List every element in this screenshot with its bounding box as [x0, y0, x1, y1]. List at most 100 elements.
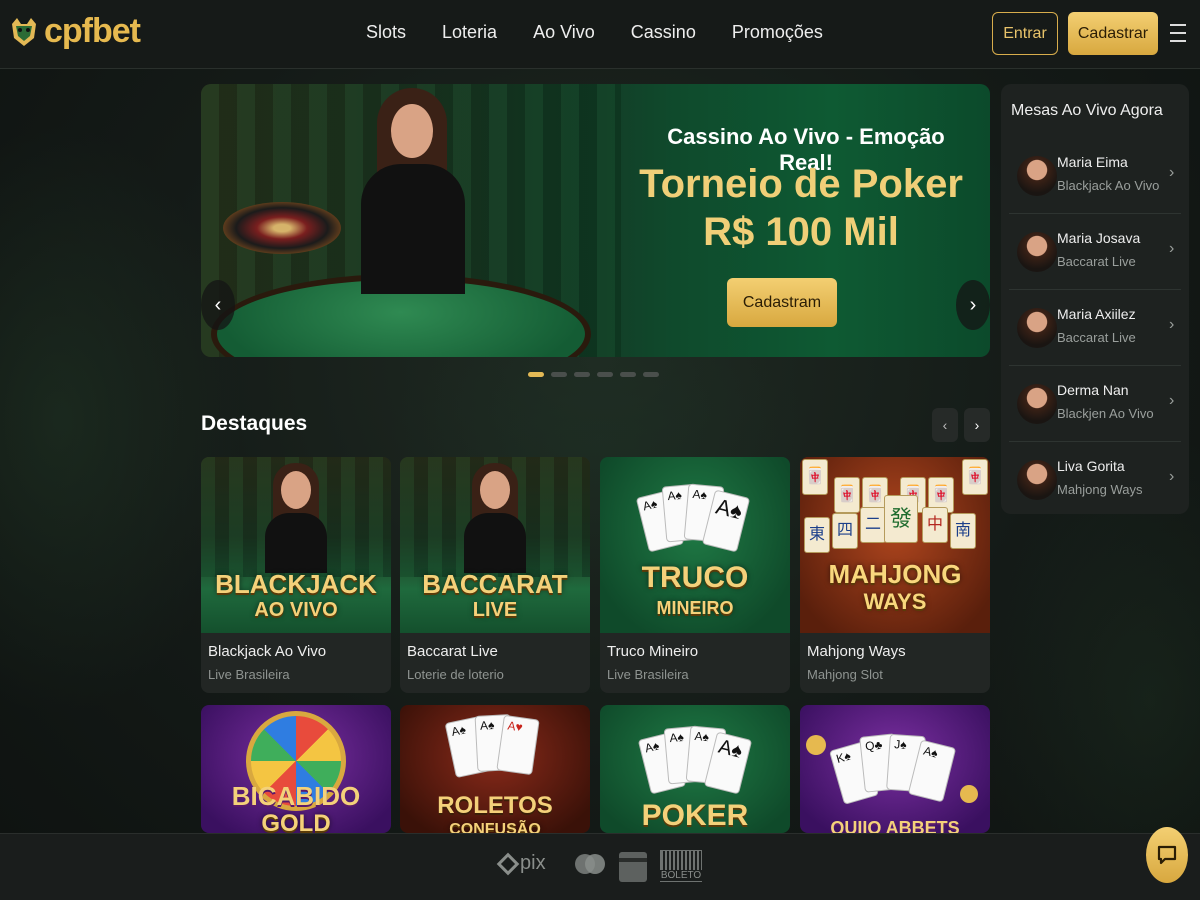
dealer-art [351, 84, 471, 304]
gold-coin-icon [960, 785, 978, 803]
boleto-label: BOLETO [658, 870, 704, 881]
table-game: Blackjack Ao Vivo [1057, 178, 1160, 193]
pix-label: pix [520, 852, 546, 874]
game-art: BLACKJACK AO VIVO [201, 457, 391, 633]
pix-logo: pix [496, 852, 546, 875]
game-card-poker[interactable]: A♠ A♠ A♠ A♠ POKER [600, 705, 790, 833]
hero-promo-line1: Torneio de Poker [639, 162, 963, 206]
hero-promo-line2: R$ 100 Mil [703, 210, 899, 254]
dealer-avatar [1017, 384, 1057, 424]
art-subtitle: AO VIVO [254, 599, 338, 621]
carousel-dot[interactable] [574, 372, 590, 377]
dealer-avatar [1017, 232, 1057, 272]
gold-coin-icon [806, 735, 826, 755]
carousel-dot[interactable] [597, 372, 613, 377]
hamburger-menu-icon[interactable] [1170, 24, 1186, 42]
art-title: TRUCO [641, 561, 749, 594]
chevron-right-icon: › [1169, 468, 1175, 485]
signup-button[interactable]: Cadastrar [1068, 12, 1158, 55]
mahjong-tile-icon: 東 [804, 517, 830, 553]
game-card-mahjong[interactable]: 🀄 🀄 🀄 🀄 🀄 🀄 東 四 二 發 中 南 MAHJONG WAYS Mah… [800, 457, 990, 693]
art-title: BLACKJACK [215, 569, 377, 599]
mahjong-tile-icon: 四 [832, 513, 858, 549]
pix-icon [496, 852, 520, 875]
card-logo-icon [619, 852, 647, 882]
mahjong-tile-icon: 🀄 [834, 477, 860, 513]
table-game: Baccarat Live [1057, 330, 1136, 345]
game-name: Mahjong Ways [807, 643, 906, 660]
dealer-avatar [1017, 308, 1057, 348]
game-card-baccarat[interactable]: BACCARAT LIVE Baccarat Live Loterie de l… [400, 457, 590, 693]
hero-prev-arrow-icon[interactable]: ‹ [201, 280, 235, 330]
game-provider: Live Brasileira [607, 667, 689, 682]
logo[interactable]: cpfbet [8, 12, 141, 51]
hero-promo: Torneio de Poker R$ 100 Mil [631, 160, 971, 256]
carousel-dot[interactable] [643, 372, 659, 377]
game-art: A♠ A♠ A♠ A♠ TRUCO MINEIRO [600, 457, 790, 633]
logo-frog-icon [12, 17, 36, 46]
art-title: BICABIDO [231, 781, 361, 811]
live-table-item[interactable]: Maria Josava Baccarat Live › [1009, 214, 1181, 290]
chevron-right-icon: › [1169, 240, 1175, 257]
mahjong-tile-icon: 南 [950, 513, 976, 549]
carousel-dot[interactable] [528, 372, 544, 377]
hero-cta-button[interactable]: Cadastram [727, 278, 837, 327]
game-card-truco[interactable]: A♠ A♠ A♠ A♠ TRUCO MINEIRO Truco Mineiro … [600, 457, 790, 693]
art-title: POKER [641, 799, 749, 832]
live-table-item[interactable]: Liva Gorita Mahjong Ways › [1009, 442, 1181, 518]
game-art: 🀄 🀄 🀄 🀄 🀄 🀄 東 四 二 發 中 南 MAHJONG WAYS [800, 457, 990, 633]
game-card-bicabido[interactable]: BICABIDO GOLD [201, 705, 391, 833]
nav-cassino[interactable]: Cassino [631, 22, 696, 43]
game-provider: Mahjong Slot [807, 667, 883, 682]
game-name: Blackjack Ao Vivo [208, 643, 327, 660]
game-card-blackjack[interactable]: BLACKJACK AO VIVO Blackjack Ao Vivo Live… [201, 457, 391, 693]
game-card-quiio[interactable]: K♠ Q♣ J♠ A♠ QUIIO ABBETS [800, 705, 990, 833]
carousel-dots [528, 372, 659, 377]
game-card-roletos[interactable]: A♠ A♠ A♥ ROLETOS CONFUSÃO [400, 705, 590, 833]
nav-promocoes[interactable]: Promoções [732, 22, 823, 43]
mastercard-logo-icon [574, 852, 606, 882]
art-subtitle: MINEIRO [656, 598, 734, 618]
art-title: BACCARAT [422, 569, 568, 599]
featured-prev-arrow-icon[interactable]: ‹ [932, 408, 958, 442]
live-table-item[interactable]: Derma Nan Blackjen Ao Vivo › [1009, 366, 1181, 442]
art-title: MAHJONG [828, 559, 962, 589]
logo-text: cpfbet [44, 12, 141, 50]
mahjong-tile-icon: 二 [860, 507, 886, 543]
art-subtitle: GOLD [261, 810, 331, 834]
nav-slots[interactable]: Slots [366, 22, 406, 43]
hero-banner[interactable]: Cassino Ao Vivo - Emoção Real! Torneio d… [201, 84, 990, 357]
chevron-right-icon: › [1169, 316, 1175, 333]
mahjong-tile-icon: 🀄 [802, 459, 828, 495]
dealer-avatar [1017, 460, 1057, 500]
dealer-avatar [1017, 156, 1057, 196]
carousel-dot[interactable] [551, 372, 567, 377]
dealer-name: Derma Nan [1057, 382, 1129, 398]
art-title: ROLETOS [437, 792, 553, 819]
live-table-item[interactable]: Maria Eima Blackjack Ao Vivo › [1009, 138, 1181, 214]
live-table-item[interactable]: Maria Axiilez Baccarat Live › [1009, 290, 1181, 366]
live-tables-panel: Mesas Ao Vivo Agora Maria Eima Blackjack… [1001, 84, 1189, 514]
dealer-name: Maria Josava [1057, 230, 1141, 246]
table-game: Blackjen Ao Vivo [1057, 406, 1154, 421]
art-subtitle: LIVE [472, 599, 518, 621]
chat-support-button[interactable] [1146, 827, 1188, 883]
art-subtitle: CONFUSÃO [449, 821, 541, 833]
art-subtitle: WAYS [863, 589, 927, 614]
nav-ao-vivo[interactable]: Ao Vivo [533, 22, 595, 43]
main-nav: Slots Loteria Ao Vivo Cassino Promoções [366, 22, 823, 43]
game-provider: Live Brasileira [208, 667, 290, 682]
boleto-logo: BOLETO [658, 850, 704, 882]
carousel-dot[interactable] [620, 372, 636, 377]
game-provider: Loterie de loterio [407, 667, 504, 682]
nav-loteria[interactable]: Loteria [442, 22, 497, 43]
art-title: QUIIO ABBETS [830, 818, 960, 833]
live-tables-title: Mesas Ao Vivo Agora [1011, 102, 1163, 119]
dealer-name: Liva Gorita [1057, 458, 1125, 474]
hero-next-arrow-icon[interactable]: › [956, 280, 990, 330]
login-button[interactable]: Entrar [992, 12, 1058, 55]
featured-next-arrow-icon[interactable]: › [964, 408, 990, 442]
chat-bubble-icon [1157, 845, 1177, 865]
footer-payments: pix BOLETO [0, 833, 1200, 900]
chevron-right-icon: › [1169, 164, 1175, 181]
